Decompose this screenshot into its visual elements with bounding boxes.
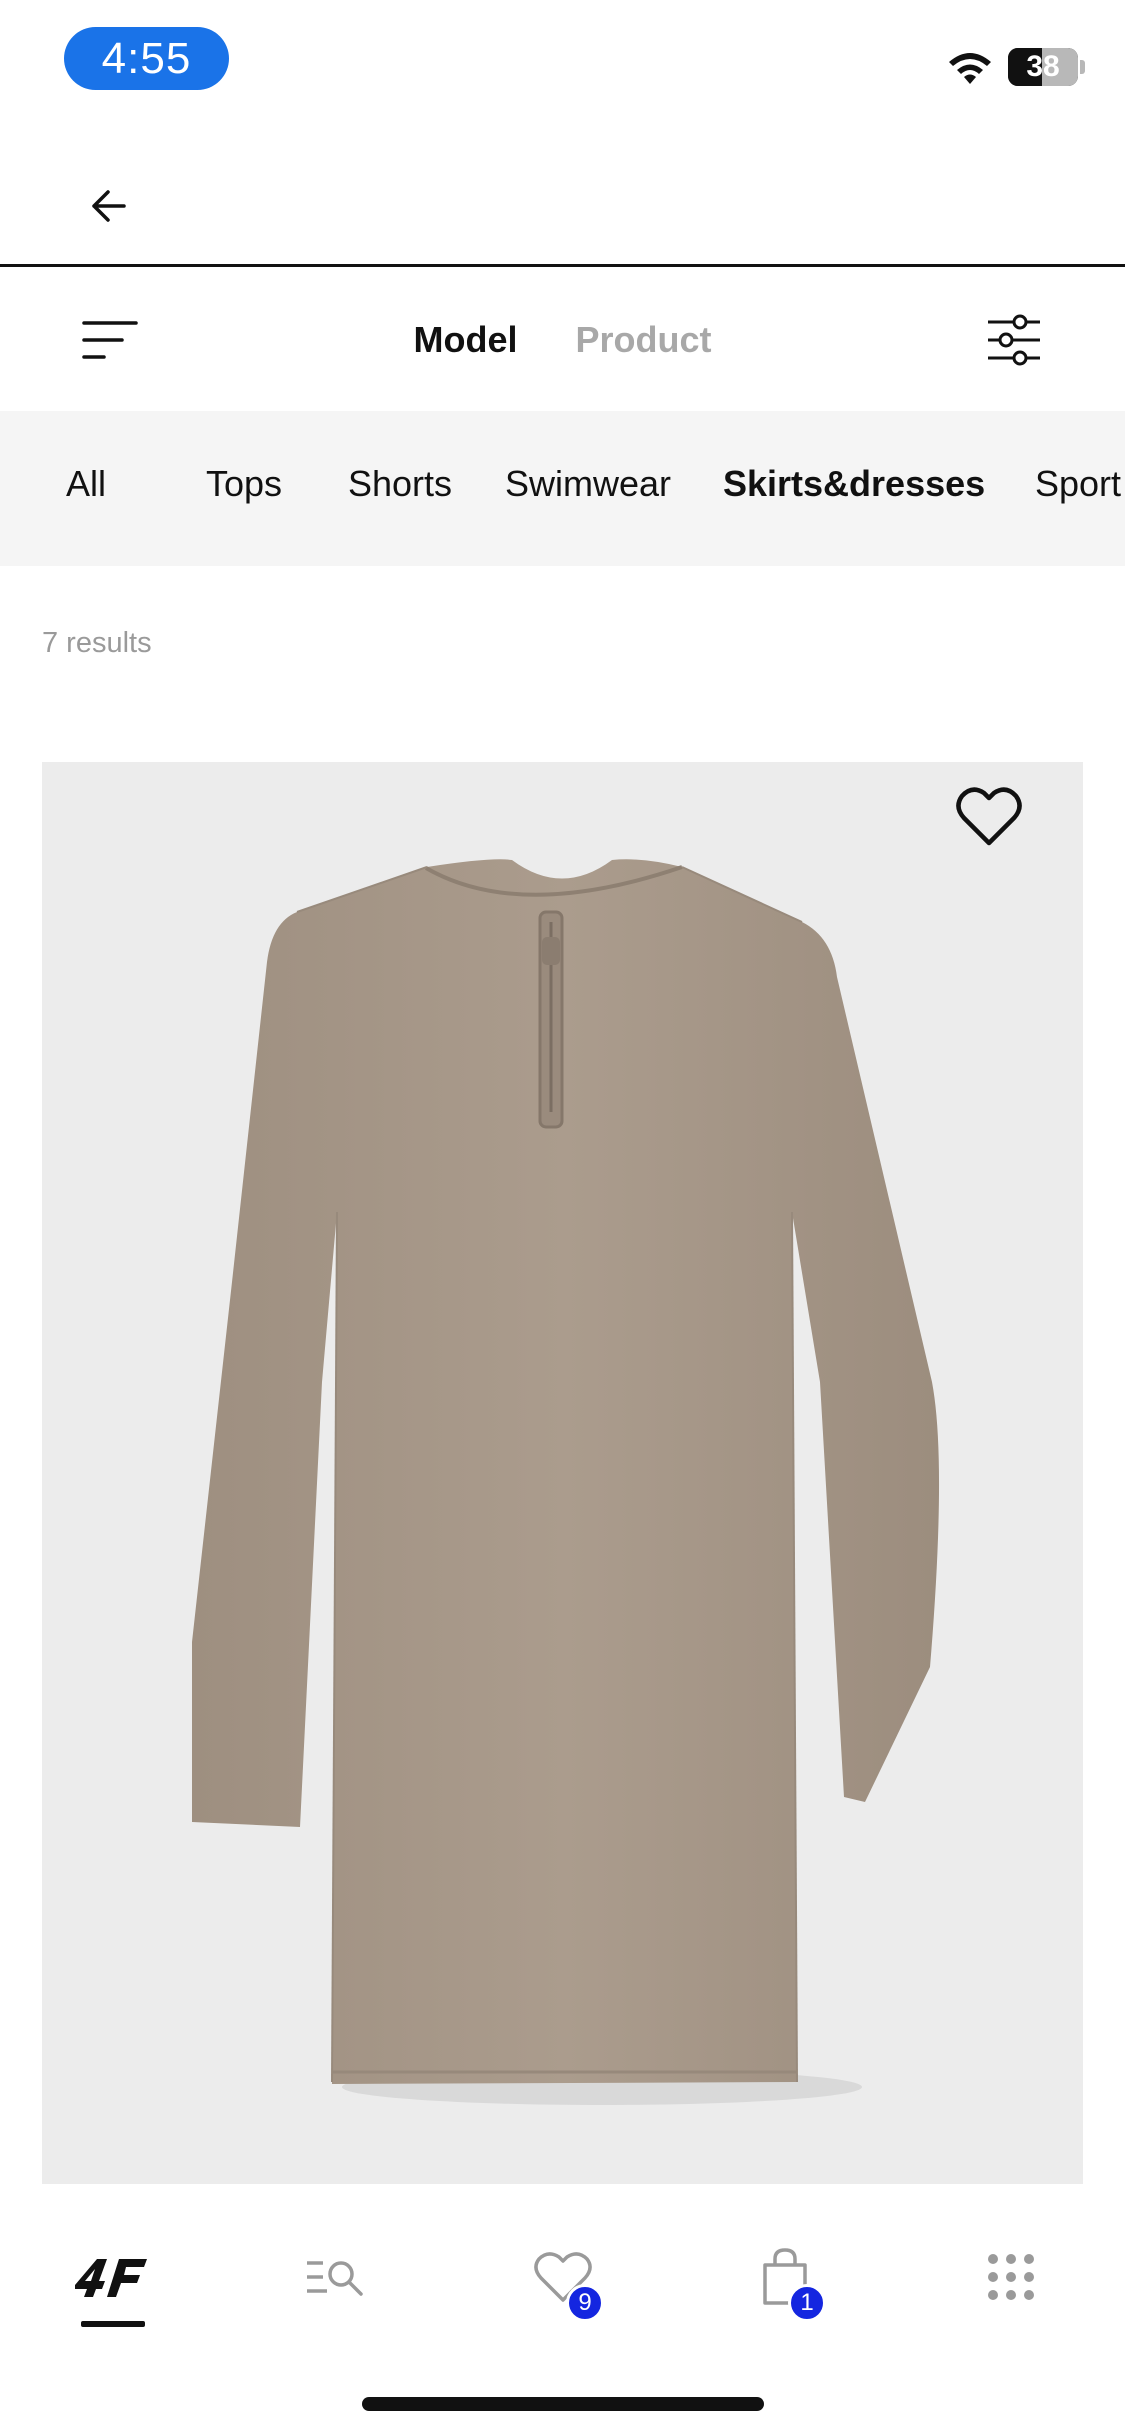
grid-dots-icon	[988, 2254, 1034, 2300]
category-strip: All Tops Shorts Swimwear Skirts&dresses …	[0, 411, 1125, 566]
product-image	[192, 859, 940, 2105]
nav-more[interactable]	[956, 2232, 1066, 2322]
header-divider	[0, 264, 1125, 267]
toggle-product[interactable]: Product	[575, 319, 711, 361]
status-bar: 4:55 38	[0, 0, 1125, 130]
battery-level: 38	[1026, 50, 1060, 83]
nav-favorites[interactable]: 9	[508, 2232, 618, 2322]
favorites-badge: 9	[566, 2284, 604, 2322]
status-time: 4:55	[64, 27, 229, 90]
battery-tip	[1080, 60, 1085, 74]
category-tops[interactable]: Tops	[206, 463, 282, 505]
sliders-icon[interactable]	[984, 310, 1044, 370]
home-indicator[interactable]	[362, 2397, 764, 2411]
back-button[interactable]	[80, 182, 136, 230]
arrow-left-icon	[92, 190, 126, 222]
category-swimwear[interactable]: Swimwear	[505, 463, 671, 505]
cart-badge: 1	[788, 2284, 826, 2322]
nav-cart[interactable]: 1	[730, 2232, 840, 2322]
results-count: 7 results	[42, 627, 152, 659]
category-shorts[interactable]: Shorts	[348, 463, 452, 505]
category-skirts-dresses[interactable]: Skirts&dresses	[723, 463, 985, 505]
category-all[interactable]: All	[66, 463, 106, 505]
nav-home[interactable]	[56, 2232, 166, 2322]
wifi-icon	[949, 53, 991, 84]
heart-outline-icon[interactable]	[954, 785, 1024, 849]
battery-icon: 38	[1008, 48, 1078, 86]
toggle-model[interactable]: Model	[413, 319, 517, 361]
search-list-icon	[307, 2261, 363, 2296]
category-sport[interactable]: Sport	[1035, 463, 1121, 505]
nav-active-indicator	[81, 2321, 145, 2327]
product-card[interactable]	[42, 762, 1083, 2184]
nav-search[interactable]	[280, 2232, 390, 2322]
view-toggle: Model Product	[0, 305, 1125, 375]
4f-logo-icon	[75, 2259, 147, 2297]
